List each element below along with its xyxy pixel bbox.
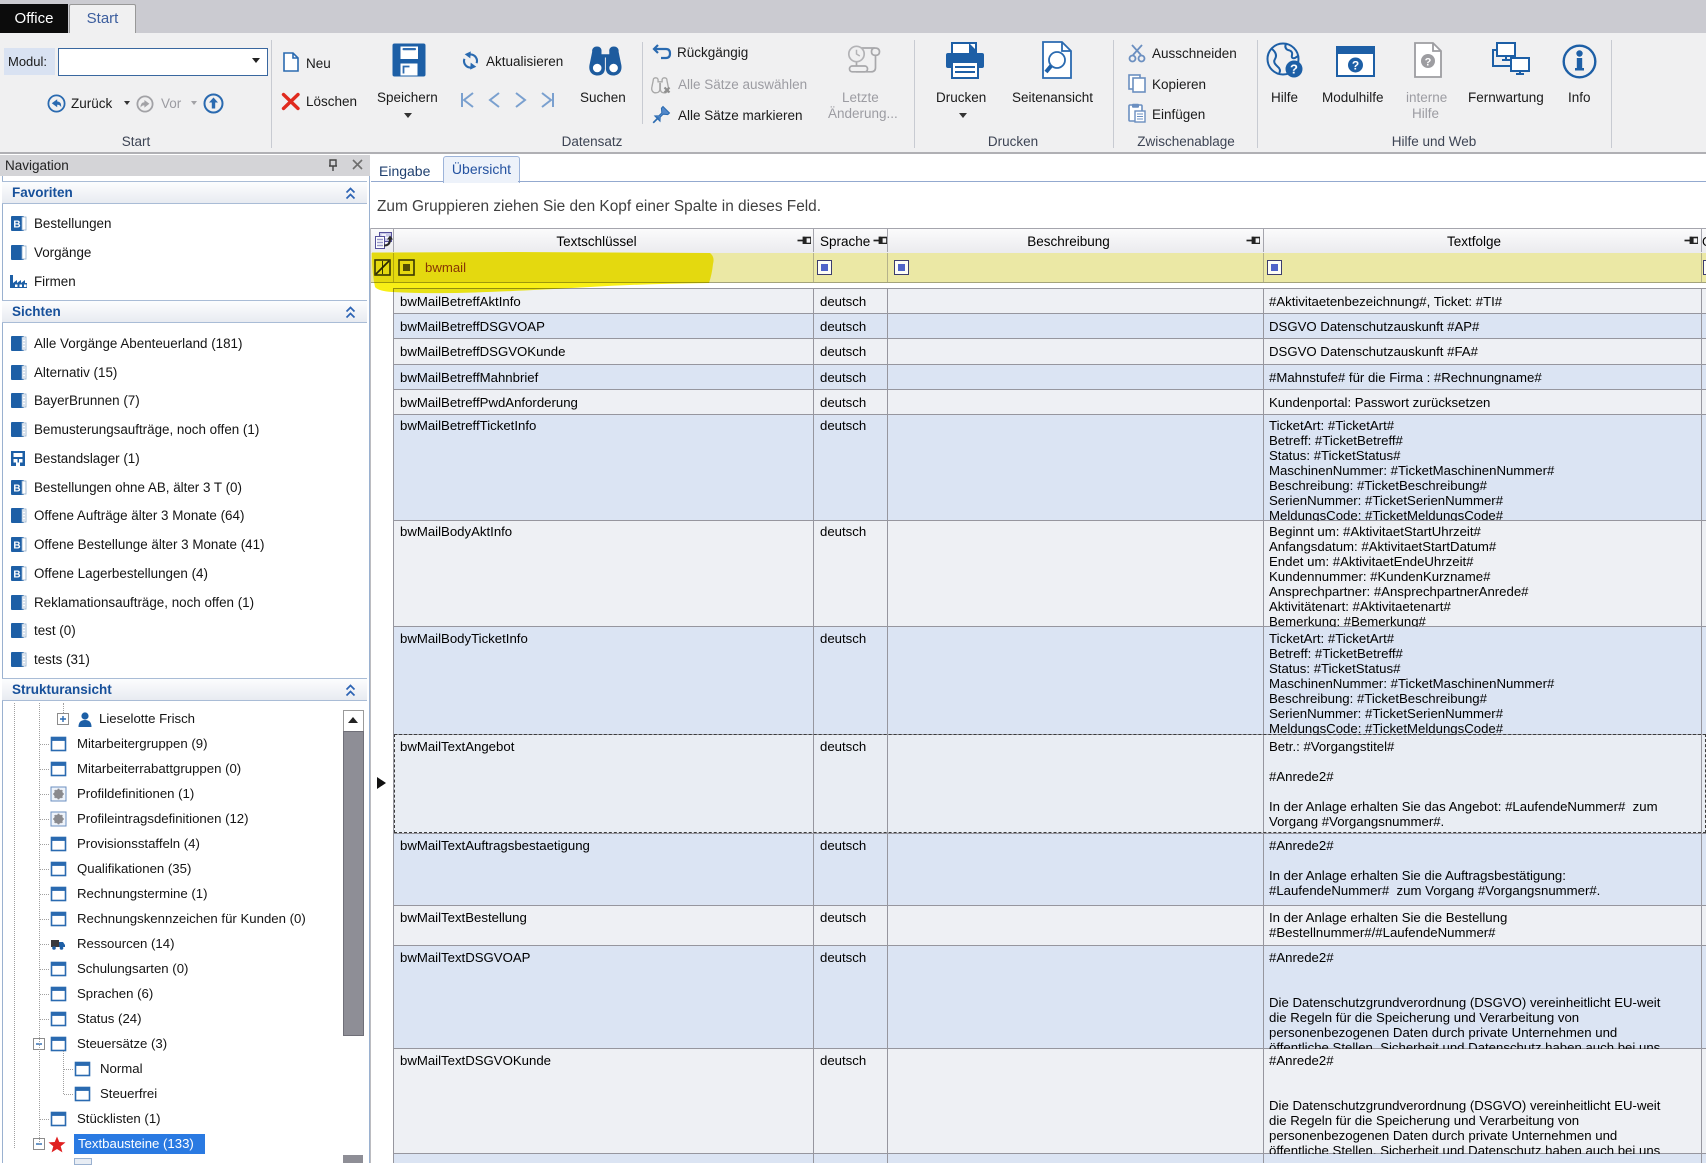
- svg-text:?: ?: [1425, 57, 1432, 69]
- svg-text:?: ?: [1290, 62, 1298, 77]
- svg-text:B: B: [13, 220, 20, 231]
- svg-text:?: ?: [1352, 59, 1359, 73]
